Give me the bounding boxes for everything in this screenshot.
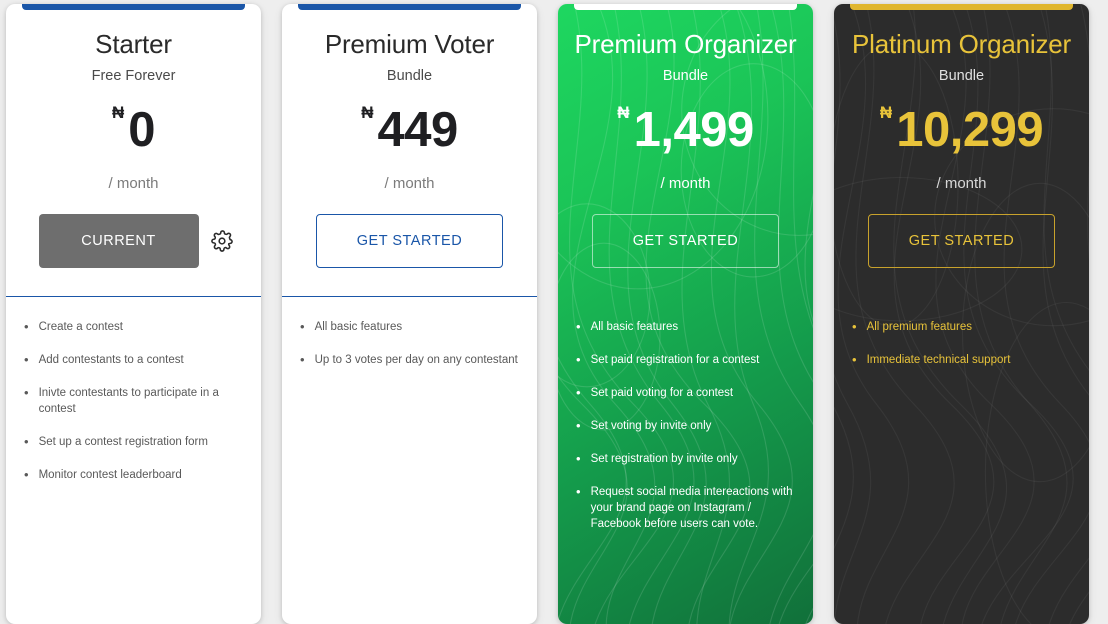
card-header: Starter Free Forever ₦0 / month xyxy=(6,4,261,194)
plan-name: Premium Voter xyxy=(294,28,525,60)
feature-list: • All basic features • Up to 3 votes per da… xyxy=(282,297,537,624)
bullet-icon: • xyxy=(576,485,581,498)
bullet-icon: • xyxy=(24,468,29,481)
bullet-icon: • xyxy=(576,452,581,465)
bullet-icon: • xyxy=(300,320,305,333)
feature-label: Create a contest xyxy=(39,319,245,335)
feature-label: Set voting by invite only xyxy=(591,418,797,434)
card-top-accent-bar xyxy=(298,4,521,10)
feature-item: • Immediate technical support xyxy=(852,352,1073,368)
feature-item: • All premium features xyxy=(852,319,1073,335)
billing-period: / month xyxy=(18,174,249,194)
billing-period: / month xyxy=(294,174,525,194)
currency-symbol: ₦ xyxy=(880,104,892,121)
billing-period: / month xyxy=(846,174,1077,194)
cta-row: GET STARTED xyxy=(834,214,1089,268)
card-content: Platinum Organizer Bundle ₦10,299 / month GE… xyxy=(834,4,1089,624)
bullet-icon: • xyxy=(24,435,29,448)
card-content: Starter Free Forever ₦0 / month CURRENT • Crea… xyxy=(6,4,261,624)
currency-symbol: ₦ xyxy=(112,104,124,121)
feature-item: • Monitor contest leaderboard xyxy=(24,467,245,483)
gear-icon[interactable] xyxy=(209,228,235,254)
feature-item: • All basic features xyxy=(576,319,797,335)
plan-name: Platinum Organizer xyxy=(846,28,1077,60)
pricing-card-premium-voter: Premium Voter Bundle ₦ 449 / month GET STARTE… xyxy=(282,4,537,624)
feature-item: • Request social media intereactions with… xyxy=(576,484,797,532)
card-top-accent-bar xyxy=(22,4,245,10)
card-top-accent-bar xyxy=(574,4,797,10)
bullet-icon: • xyxy=(300,353,305,366)
cta-row: GET STARTED xyxy=(558,214,813,268)
feature-label: Set paid registration for a contest xyxy=(591,352,797,368)
feature-item: • Inivte contestants to participate in a … xyxy=(24,385,245,417)
cta-row: CURRENT xyxy=(6,214,261,268)
plan-name: Starter xyxy=(18,28,249,60)
feature-label: Set registration by invite only xyxy=(591,451,797,467)
cta-row: GET STARTED xyxy=(282,214,537,268)
feature-item: • Set up a contest registration form xyxy=(24,434,245,450)
feature-label: Set paid voting for a contest xyxy=(591,385,797,401)
bullet-icon: • xyxy=(576,386,581,399)
price-amount: 0 xyxy=(128,101,155,159)
current-plan-button-starter[interactable]: CURRENT xyxy=(39,214,199,268)
plan-subtitle: Bundle xyxy=(570,66,801,86)
currency-symbol: ₦ xyxy=(617,104,629,121)
price-amount: 10,299 xyxy=(896,101,1043,159)
feature-label: Add contestants to a contest xyxy=(39,352,245,368)
feature-item: • Add contestants to a contest xyxy=(24,352,245,368)
feature-label: All premium features xyxy=(867,319,1073,335)
get-started-button-platinum-organizer[interactable]: GET STARTED xyxy=(868,214,1055,268)
plan-price: ₦0 xyxy=(18,94,249,166)
bullet-icon: • xyxy=(576,419,581,432)
feature-item: • Create a contest xyxy=(24,319,245,335)
bullet-icon: • xyxy=(576,320,581,333)
bullet-icon: • xyxy=(24,353,29,366)
plan-subtitle: Bundle xyxy=(294,66,525,86)
feature-list: • All premium features • Immediate technica… xyxy=(834,297,1089,624)
price-amount: 449 xyxy=(378,101,458,159)
feature-label: All basic features xyxy=(591,319,797,335)
plan-subtitle: Free Forever xyxy=(18,66,249,86)
plan-subtitle: Bundle xyxy=(846,66,1077,86)
pricing-card-premium-organizer: Premium Organizer Bundle ₦ 1,499 / month GET … xyxy=(558,4,813,624)
feature-list: • All basic features • Set paid registratio… xyxy=(558,297,813,624)
card-content: Premium Voter Bundle ₦ 449 / month GET STARTE… xyxy=(282,4,537,624)
feature-item: • Up to 3 votes per day on any contestant xyxy=(300,352,521,368)
get-started-button-premium-voter[interactable]: GET STARTED xyxy=(316,214,503,268)
feature-label: Monitor contest leaderboard xyxy=(39,467,245,483)
plan-price: ₦10,299 xyxy=(846,94,1077,166)
feature-label: All basic features xyxy=(315,319,521,335)
feature-label: Set up a contest registration form xyxy=(39,434,245,450)
pricing-card-starter: Starter Free Forever ₦0 / month CURRENT • Crea… xyxy=(6,4,261,624)
bullet-icon: • xyxy=(24,386,29,399)
feature-label: Inivte contestants to participate in a c… xyxy=(39,385,245,417)
feature-list: • Create a contest • Add contestants to a c… xyxy=(6,297,261,624)
card-header: Premium Voter Bundle ₦ 449 / month xyxy=(282,4,537,194)
feature-label: Immediate technical support xyxy=(867,352,1073,368)
bullet-icon: • xyxy=(24,320,29,333)
feature-item: • Set voting by invite only xyxy=(576,418,797,434)
plan-name: Premium Organizer xyxy=(570,28,801,60)
plan-price: ₦ 449 xyxy=(294,94,525,166)
bullet-icon: • xyxy=(852,353,857,366)
card-header: Premium Organizer Bundle ₦ 1,499 / month xyxy=(558,4,813,194)
feature-item: • Set registration by invite only xyxy=(576,451,797,467)
pricing-plans-grid: StarterFree Forever₦0/ monthCURRENT•Crea… xyxy=(0,0,1108,612)
feature-item: • All basic features xyxy=(300,319,521,335)
feature-label: Up to 3 votes per day on any contestant xyxy=(315,352,521,368)
feature-label: Request social media intereactions with … xyxy=(591,484,797,532)
card-content: Premium Organizer Bundle ₦ 1,499 / month GET … xyxy=(558,4,813,624)
card-top-accent-bar xyxy=(850,4,1073,10)
feature-item: • Set paid registration for a contest xyxy=(576,352,797,368)
get-started-button-premium-organizer[interactable]: GET STARTED xyxy=(592,214,779,268)
pricing-card-platinum-organizer: Platinum Organizer Bundle ₦10,299 / month GE… xyxy=(834,4,1089,624)
currency-symbol: ₦ xyxy=(361,104,373,121)
billing-period: / month xyxy=(570,174,801,194)
bullet-icon: • xyxy=(852,320,857,333)
price-amount: 1,499 xyxy=(634,101,754,159)
plan-price: ₦ 1,499 xyxy=(570,94,801,166)
feature-item: • Set paid voting for a contest xyxy=(576,385,797,401)
card-header: Platinum Organizer Bundle ₦10,299 / month xyxy=(834,4,1089,194)
bullet-icon: • xyxy=(576,353,581,366)
